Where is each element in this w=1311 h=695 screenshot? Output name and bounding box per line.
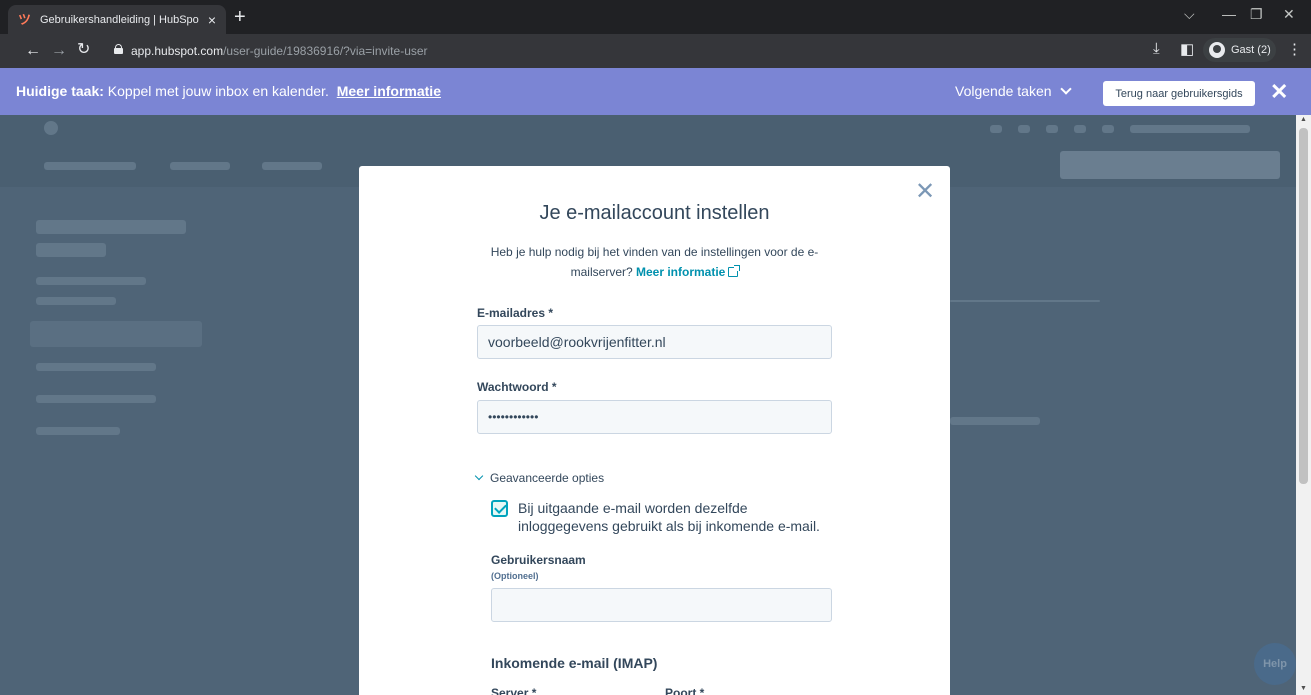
nav-icon — [1018, 125, 1030, 133]
current-task: Huidige taak: Koppel met jouw inbox en k… — [16, 83, 441, 99]
email-setup-modal: ✕ Je e-mailaccount instellen Heb je hulp… — [359, 166, 950, 695]
same-credentials-label: Bij uitgaande e-mail worden dezelfde inl… — [518, 500, 820, 534]
hubspot-favicon-icon: ツ — [18, 11, 32, 27]
minimize-icon[interactable]: — — [1222, 6, 1236, 22]
email-label: E-mailadres * — [477, 306, 554, 320]
same-credentials-checkbox[interactable] — [491, 500, 508, 517]
nav-icon — [1046, 125, 1058, 133]
sidebar-title — [36, 220, 186, 234]
tab-search-chevron-icon[interactable]: ⌵ — [1184, 6, 1195, 23]
external-link-icon[interactable] — [728, 265, 741, 277]
content-link — [950, 417, 1040, 425]
hubspot-logo-icon — [44, 121, 58, 135]
password-field[interactable]: •••••••••••• — [477, 400, 832, 434]
email-field[interactable]: voorbeeld@rookvrijenfitter.nl — [477, 325, 832, 359]
browser-tabbar: ツ Gebruikershandleiding | HubSpo × + ⌵ —… — [0, 0, 1311, 34]
nav-item — [262, 162, 322, 170]
next-tasks-dropdown[interactable]: Volgende taken — [955, 83, 1072, 99]
chevron-down-icon — [474, 471, 484, 481]
server-label: Server * — [491, 686, 537, 695]
password-label: Wachtwoord * — [477, 380, 557, 394]
nav-icon — [1074, 125, 1086, 133]
modal-close-icon[interactable]: ✕ — [915, 180, 935, 204]
scroll-up-icon[interactable]: ▲ — [1300, 116, 1307, 123]
back-arrow-icon[interactable]: ← — [25, 42, 41, 60]
browser-tab[interactable]: ツ Gebruikershandleiding | HubSpo × — [8, 5, 226, 34]
port-label: Poort * — [665, 686, 705, 695]
advanced-options-toggle[interactable]: Geavanceerde opties — [474, 471, 605, 485]
restore-icon[interactable]: ❐ — [1250, 6, 1263, 23]
new-tab-icon[interactable]: + — [234, 6, 246, 28]
more-info-link[interactable]: Meer informatie — [337, 83, 441, 99]
current-task-label: Huidige taak: — [16, 83, 104, 99]
username-field[interactable] — [491, 588, 832, 622]
current-task-text: Koppel met jouw inbox en kalender. — [107, 83, 329, 99]
username-label: Gebruikersnaam — [491, 553, 586, 567]
nav-icon — [1102, 125, 1114, 133]
nav-item — [170, 162, 230, 170]
profile-avatar-icon — [1209, 42, 1225, 58]
nav-icon — [990, 125, 1002, 133]
close-icon[interactable]: ✕ — [1270, 80, 1288, 104]
browser-menu-icon[interactable]: ⋮ — [1287, 40, 1302, 58]
reload-icon[interactable]: ↻ — [77, 41, 90, 59]
next-tasks-label: Volgende taken — [955, 83, 1052, 99]
sidebar-item — [36, 297, 116, 305]
modal-help-text: Heb je hulp nodig bij het vinden van de … — [477, 242, 832, 282]
nav-item — [44, 162, 136, 170]
scroll-down-icon[interactable]: ▼ — [1300, 685, 1307, 692]
url-text[interactable]: app.hubspot.com/user-guide/19836916/?via… — [131, 44, 428, 58]
chevron-down-icon — [1059, 83, 1072, 95]
account-menu — [1130, 125, 1250, 133]
modal-title: Je e-mailaccount instellen — [539, 202, 770, 224]
tab-title: Gebruikershandleiding | HubSpo — [40, 13, 199, 26]
divider — [950, 300, 1100, 302]
sidebar-item — [36, 277, 146, 285]
sidebar-item — [36, 427, 120, 435]
username-optional: (Optioneel) — [491, 571, 539, 581]
profile-label: Gast (2) — [1231, 44, 1271, 56]
tab-close-icon[interactable]: × — [208, 12, 216, 28]
download-icon[interactable]: ⤓ — [1153, 40, 1160, 57]
scrollbar-thumb[interactable] — [1299, 128, 1308, 484]
back-to-guide-button[interactable]: Terug naar gebruikersgids — [1103, 81, 1255, 106]
help-button[interactable]: Help — [1254, 643, 1296, 685]
lock-icon[interactable] — [114, 44, 123, 54]
same-credentials-option[interactable]: Bij uitgaande e-mail worden dezelfde inl… — [491, 499, 841, 535]
help-link[interactable]: Meer informatie — [636, 265, 725, 279]
profile-button[interactable]: Gast (2) — [1203, 38, 1276, 62]
window-close-icon[interactable]: ✕ — [1283, 6, 1295, 23]
advanced-options-label: Geavanceerde opties — [490, 471, 605, 485]
incoming-mail-heading: Inkomende e-mail (IMAP) — [491, 655, 658, 671]
sidebar-title — [36, 243, 106, 257]
app-search — [1060, 151, 1280, 179]
sidebar-item — [36, 363, 156, 371]
side-panel-icon[interactable]: ◧ — [1180, 40, 1194, 58]
sidebar-item — [36, 395, 156, 403]
sidebar-item-active — [30, 321, 202, 347]
forward-arrow-icon[interactable]: → — [51, 42, 67, 60]
